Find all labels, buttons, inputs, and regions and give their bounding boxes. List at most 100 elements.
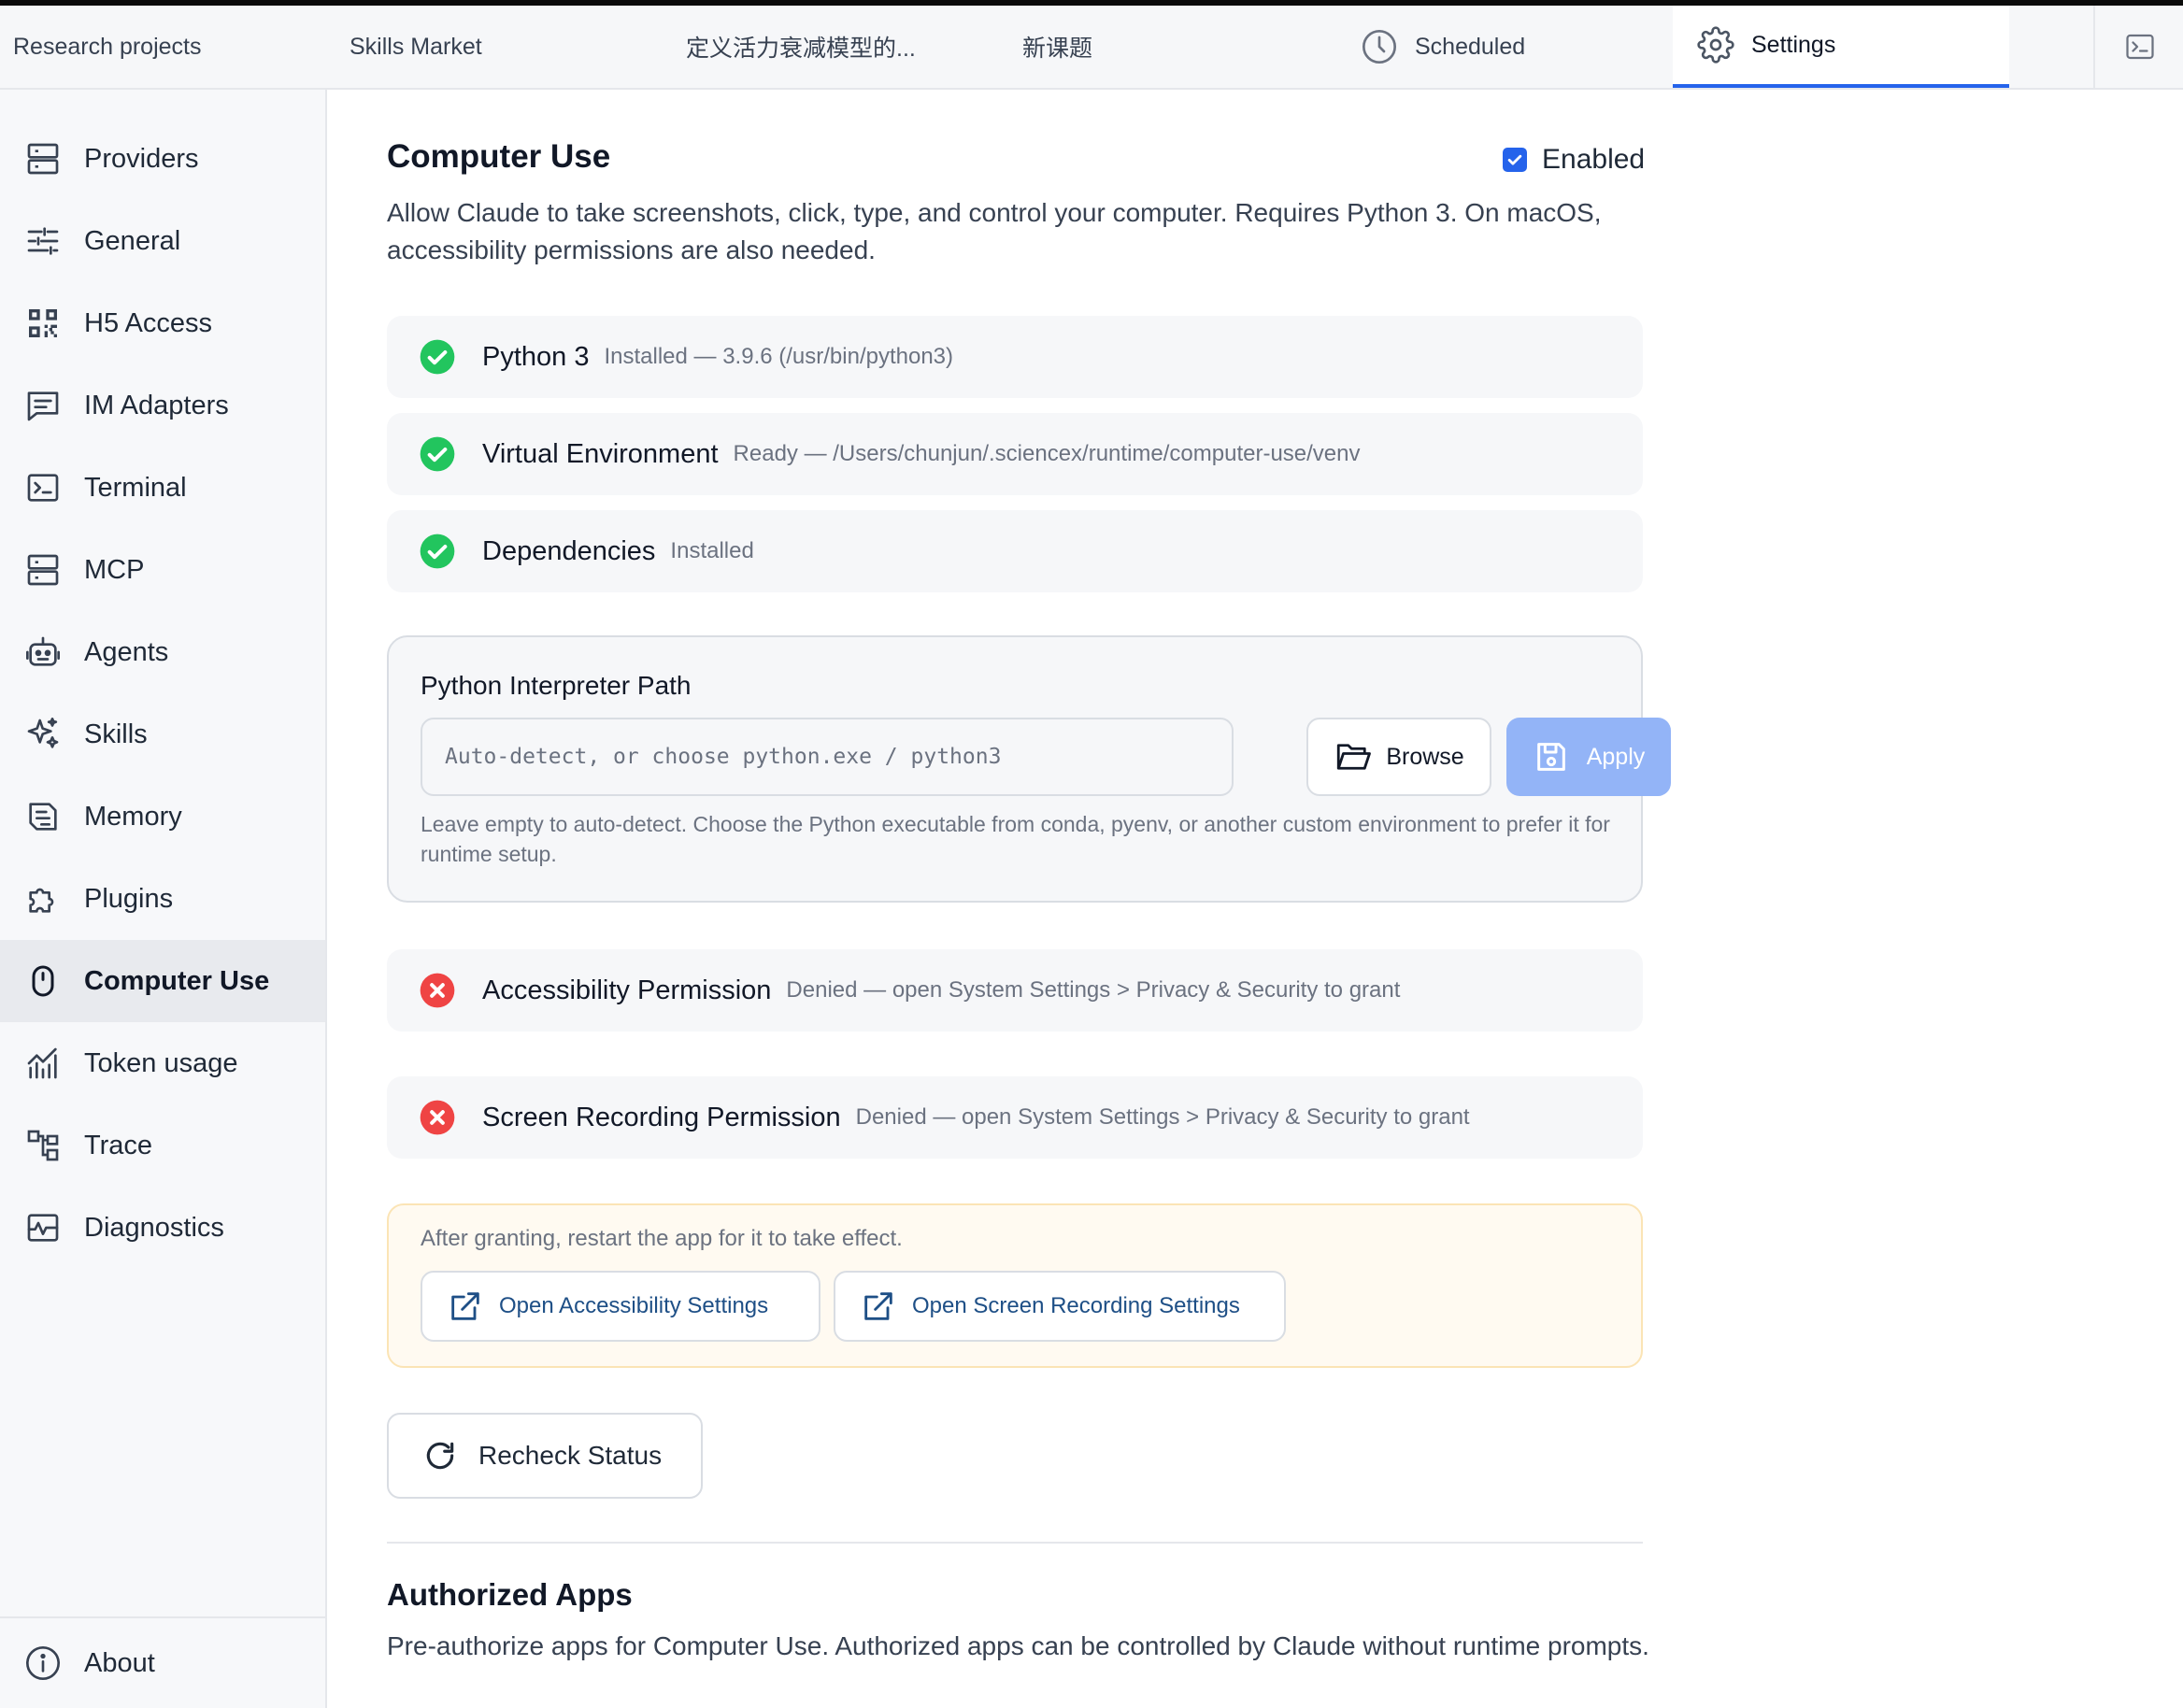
sidebar-item-label: About <box>84 1647 155 1678</box>
authorized-apps-title: Authorized Apps <box>387 1577 633 1612</box>
checkmark-icon <box>1507 154 1522 165</box>
status-row-screen-recording: Screen Recording Permission Denied — ope… <box>387 1076 1643 1159</box>
sidebar-item-label: Diagnostics <box>84 1212 224 1243</box>
check-circle-icon <box>420 436 455 472</box>
chart-icon <box>27 1047 57 1079</box>
sidebar-item-computer-use[interactable]: Computer Use <box>0 940 325 1022</box>
save-icon <box>1536 743 1565 771</box>
app-window: Research projects Skills Market 定义活力衰减模型… <box>0 0 2183 1708</box>
sidebar-item-agents[interactable]: Agents <box>0 611 325 693</box>
section-divider <box>387 1542 1643 1544</box>
pulse-icon <box>27 1214 59 1242</box>
brain-icon <box>29 803 57 831</box>
tab-decay-model[interactable]: 定义活力衰减模型的... <box>686 6 916 88</box>
sidebar-item-mcp[interactable]: MCP <box>0 529 325 611</box>
settings-content: Computer Use Enabled Allow Claude to tak… <box>329 90 2183 1708</box>
open-accessibility-settings-button[interactable]: Open Accessibility Settings <box>421 1271 820 1342</box>
sidebar-item-memory[interactable]: Memory <box>0 776 325 858</box>
sidebar-divider <box>0 1616 325 1618</box>
tab-label: Settings <box>1751 31 1836 58</box>
restart-notice-text: After granting, restart the app for it t… <box>421 1226 903 1251</box>
browse-label: Browse <box>1386 743 1464 770</box>
browse-button[interactable]: Browse <box>1306 718 1491 796</box>
sidebar-item-im-adapters[interactable]: IM Adapters <box>0 364 325 447</box>
check-circle-icon <box>420 534 455 569</box>
open-screen-recording-settings-button[interactable]: Open Screen Recording Settings <box>834 1271 1286 1342</box>
sidebar-item-label: Memory <box>84 801 182 832</box>
qrcode-icon <box>29 309 57 337</box>
server-icon <box>27 554 59 586</box>
open-screen-recording-label: Open Screen Recording Settings <box>912 1293 1240 1318</box>
server-icon <box>27 143 59 175</box>
sidebar-item-label: Terminal <box>84 472 187 503</box>
message-icon <box>27 391 59 421</box>
status-detail: Installed — 3.9.6 (/usr/bin/python3) <box>604 344 954 369</box>
sidebar-item-label: Providers <box>84 143 199 174</box>
enabled-label: Enabled <box>1542 144 1646 175</box>
sidebar-item-token-usage[interactable]: Token usage <box>0 1022 325 1104</box>
status-row-accessibility: Accessibility Permission Denied — open S… <box>387 949 1643 1032</box>
enabled-toggle[interactable]: Enabled <box>1503 144 1645 176</box>
status-row-dependencies: Dependencies Installed <box>387 510 1643 592</box>
sidebar-item-label: MCP <box>84 554 145 585</box>
recheck-label: Recheck Status <box>478 1441 663 1470</box>
enabled-checkbox[interactable] <box>1503 148 1527 172</box>
clock-icon <box>1363 30 1396 64</box>
interpreter-path-title: Python Interpreter Path <box>421 671 692 700</box>
recheck-status-button[interactable]: Recheck Status <box>387 1413 703 1499</box>
terminal-icon <box>27 474 59 502</box>
sparkles-icon <box>27 718 59 748</box>
sidebar-item-label: IM Adapters <box>84 390 229 420</box>
sidebar-item-label: Token usage <box>84 1047 238 1078</box>
sidebar-item-trace[interactable]: Trace <box>0 1104 325 1187</box>
sidebar-item-label: General <box>84 225 181 256</box>
status-name: Virtual Environment <box>482 438 719 469</box>
error-circle-icon <box>420 973 455 1008</box>
tab-settings[interactable]: Settings <box>1673 6 2009 88</box>
computer-use-description: Allow Claude to take screenshots, click,… <box>387 198 1602 264</box>
hierarchy-icon <box>27 1130 59 1161</box>
external-link-icon <box>864 1292 892 1320</box>
refresh-icon <box>426 1442 454 1470</box>
sidebar-item-label: Agents <box>84 636 169 667</box>
sidebar-item-providers[interactable]: Providers <box>0 118 325 200</box>
sidebar-item-general[interactable]: General <box>0 200 325 282</box>
tab-bar: Research projects Skills Market 定义活力衰减模型… <box>0 6 2183 90</box>
tab-label: Research projects <box>13 33 202 60</box>
interpreter-path-card: Python Interpreter Path Browse Apply Lea… <box>387 635 1671 903</box>
sidebar-item-label: H5 Access <box>84 307 212 338</box>
tab-skills-market[interactable]: Skills Market <box>350 6 482 88</box>
check-circle-icon <box>420 339 455 375</box>
tab-scheduled[interactable]: Scheduled <box>1361 6 1525 88</box>
tab-label: 定义活力衰减模型的... <box>686 36 916 62</box>
interpreter-path-help: Leave empty to auto-detect. Choose the P… <box>421 812 1610 866</box>
robot-icon <box>26 636 60 666</box>
sidebar-item-diagnostics[interactable]: Diagnostics <box>0 1187 325 1269</box>
sliders-icon <box>27 227 59 255</box>
status-name: Screen Recording Permission <box>482 1102 841 1132</box>
gear-icon <box>1697 26 1734 64</box>
restart-notice: After granting, restart the app for it t… <box>387 1203 1643 1368</box>
status-row-python: Python 3 Installed — 3.9.6 (/usr/bin/pyt… <box>387 316 1643 398</box>
info-icon <box>26 1646 60 1680</box>
status-row-venv: Virtual Environment Ready — /Users/chunj… <box>387 413 1643 495</box>
tab-label: 新课题 <box>1022 36 1093 62</box>
sidebar-item-label: Computer Use <box>84 965 270 996</box>
status-detail: Denied — open System Settings > Privacy … <box>786 977 1401 1003</box>
tabbar-divider <box>2093 6 2095 88</box>
interpreter-path-input[interactable] <box>421 718 1234 796</box>
sidebar-item-skills[interactable]: Skills <box>0 693 325 776</box>
tab-research-projects[interactable]: Research projects <box>13 6 201 88</box>
sidebar-item-terminal[interactable]: Terminal <box>0 447 325 529</box>
external-link-icon <box>451 1292 479 1320</box>
tab-label: Scheduled <box>1415 33 1526 60</box>
tab-new-topic[interactable]: 新课题 <box>1022 6 1092 88</box>
sidebar-item-label: Trace <box>84 1130 153 1160</box>
apply-button[interactable]: Apply <box>1506 718 1671 796</box>
sidebar-item-h5-access[interactable]: H5 Access <box>0 282 325 364</box>
sidebar-item-plugins[interactable]: Plugins <box>0 858 325 940</box>
sidebar-item-about[interactable]: About <box>0 1622 325 1704</box>
status-detail: Denied — open System Settings > Privacy … <box>855 1104 1470 1130</box>
page-title: Computer Use <box>387 138 611 175</box>
terminal-toggle-icon[interactable] <box>2123 30 2157 64</box>
